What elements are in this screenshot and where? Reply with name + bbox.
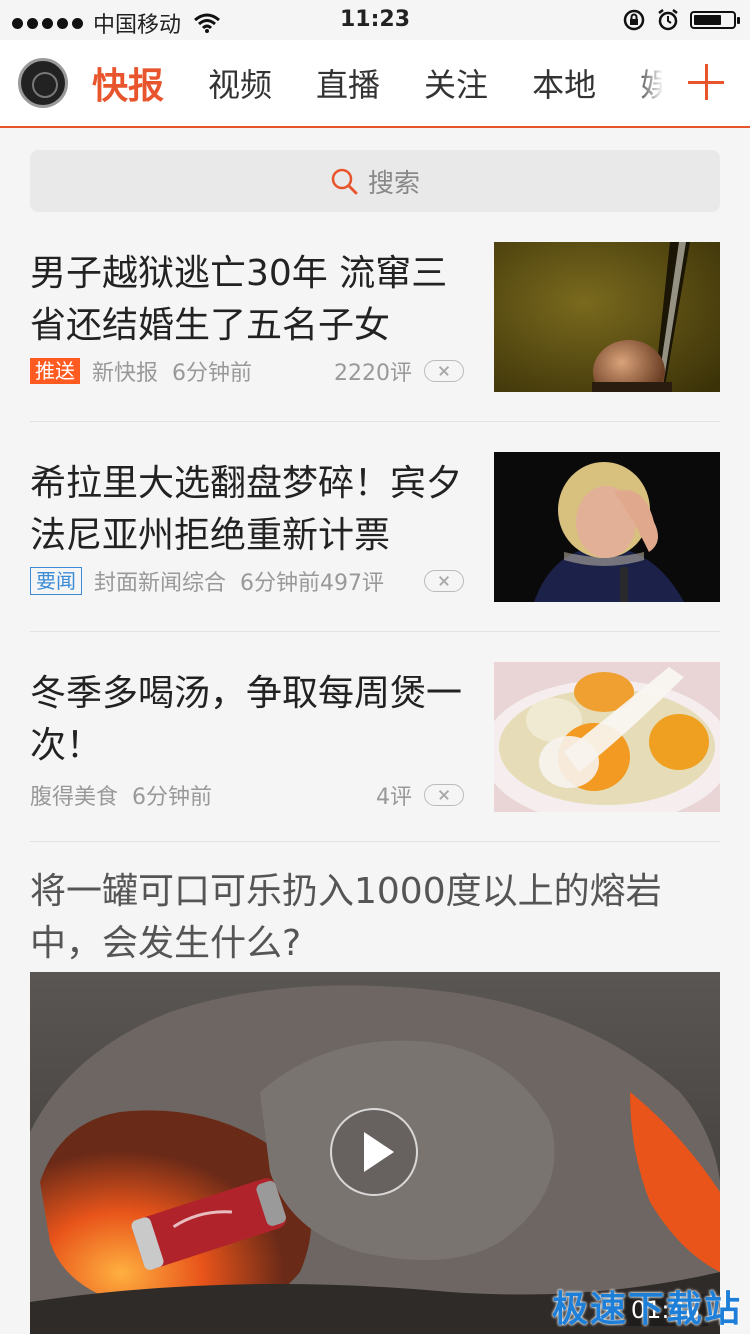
- news-meta: 推送 新快报 6分钟前 2220评: [30, 356, 464, 386]
- watermark: 极速下载站: [552, 1289, 743, 1330]
- close-icon[interactable]: [424, 570, 464, 592]
- news-item[interactable]: 希拉里大选翻盘梦碎！宾夕法尼亚州拒绝重新计票 要闻 封面新闻综合 6分钟前 49…: [30, 452, 720, 602]
- search-placeholder: 搜索: [367, 168, 420, 199]
- status-right: [622, 8, 740, 32]
- news-title[interactable]: 男子越狱逃亡30年 流窜三省还结婚生了五名子女: [30, 248, 470, 352]
- news-thumbnail[interactable]: [494, 242, 720, 392]
- tab-follow[interactable]: 关注: [424, 60, 488, 106]
- plus-icon[interactable]: [688, 64, 724, 100]
- news-source: 封面新闻综合: [94, 571, 227, 596]
- comment-count: 497评: [320, 571, 385, 596]
- news-meta: 要闻 封面新闻综合 6分钟前 497评: [30, 566, 464, 596]
- battery-icon: [690, 11, 740, 29]
- news-thumbnail[interactable]: [494, 452, 720, 602]
- news-title[interactable]: 希拉里大选翻盘梦碎！宾夕法尼亚州拒绝重新计票: [30, 458, 470, 562]
- close-icon[interactable]: [424, 784, 464, 806]
- headline-tag: 要闻: [30, 567, 82, 595]
- search-bar[interactable]: 搜索: [30, 150, 720, 212]
- close-icon[interactable]: [424, 360, 464, 382]
- tab-kuaibao[interactable]: 快报: [92, 57, 164, 109]
- comment-count: 4评: [376, 785, 412, 810]
- channel-tabs: 快报 视频 直播 关注 本地 娱: [92, 40, 662, 126]
- news-time: 6分钟前: [172, 361, 253, 386]
- top-nav: 快报 视频 直播 关注 本地 娱: [0, 40, 750, 128]
- comment-count: 2220评: [334, 361, 412, 386]
- tabs-fade: [634, 40, 664, 126]
- news-item[interactable]: 冬季多喝汤，争取每周煲一次！ 腹得美食 6分钟前 4评: [30, 662, 720, 812]
- avatar-icon[interactable]: [18, 58, 68, 108]
- divider: [30, 841, 720, 842]
- status-bar: 中国移动 11:23: [0, 0, 750, 40]
- news-title[interactable]: 冬季多喝汤，争取每周煲一次！: [30, 668, 470, 772]
- news-source: 新快报: [92, 361, 159, 386]
- divider: [30, 421, 720, 422]
- news-source: 腹得美食: [30, 785, 119, 810]
- news-meta: 腹得美食 6分钟前 4评: [30, 780, 464, 810]
- news-item[interactable]: 男子越狱逃亡30年 流窜三省还结婚生了五名子女 推送 新快报 6分钟前 2220…: [30, 242, 720, 392]
- push-tag: 推送: [30, 358, 80, 384]
- search-icon: [331, 168, 358, 195]
- tab-video[interactable]: 视频: [208, 60, 272, 106]
- alarm-icon: [658, 9, 678, 31]
- play-icon[interactable]: [330, 1108, 418, 1196]
- news-time: 6分钟前: [132, 785, 213, 810]
- tab-local[interactable]: 本地: [532, 60, 596, 106]
- news-thumbnail[interactable]: [494, 662, 720, 812]
- news-time: 6分钟前: [240, 571, 321, 596]
- battery-fill: [694, 15, 721, 25]
- rotation-lock-icon: [623, 9, 645, 31]
- tab-live[interactable]: 直播: [316, 60, 380, 106]
- divider: [30, 631, 720, 632]
- video-title[interactable]: 将一罐可口可乐扔入1000度以上的熔岩中，会发生什么?: [30, 866, 720, 970]
